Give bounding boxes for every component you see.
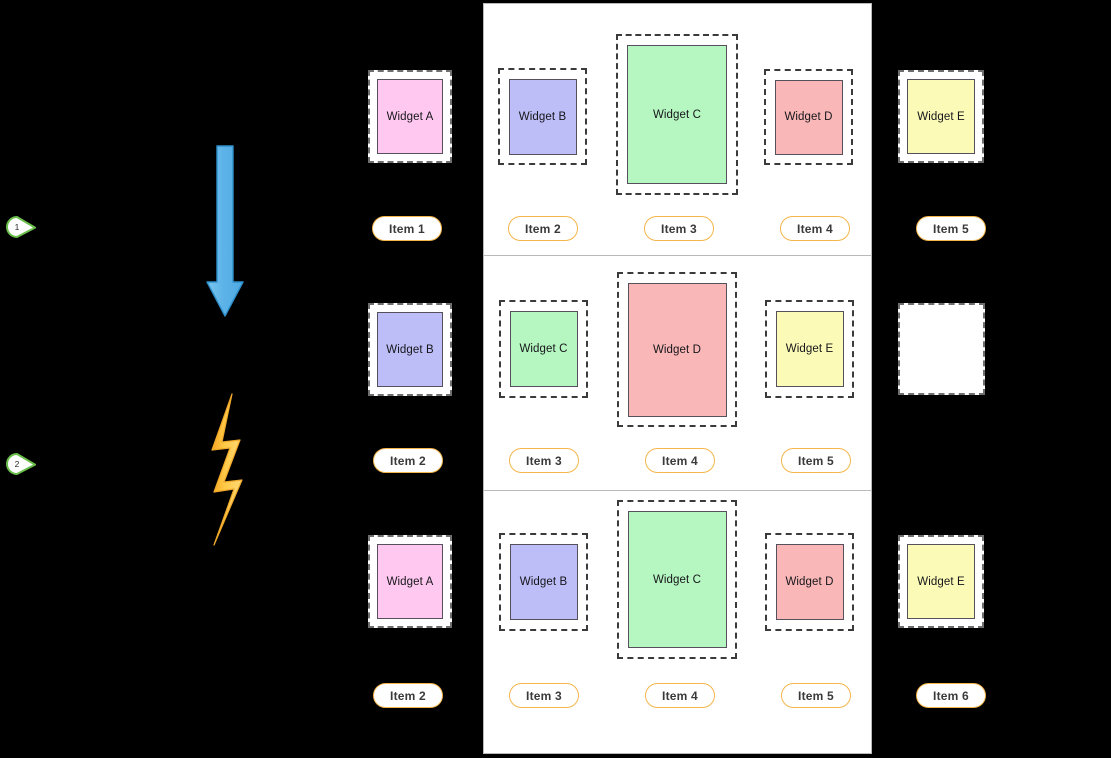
widget-label-r3-c2: Widget B xyxy=(509,544,578,620)
widget-box-r1-c4[interactable]: Widget D xyxy=(764,69,853,165)
widget-box-r2-c1[interactable]: Widget B xyxy=(368,303,452,396)
widget-box-r3-c3[interactable]: Widget C xyxy=(617,500,737,659)
item-pill-r3-c1[interactable]: Item 2 xyxy=(373,683,443,708)
widget-box-r1-c2[interactable]: Widget B xyxy=(498,68,587,165)
widget-label-r3-c4: Widget D xyxy=(775,544,844,620)
widget-box-r1-c5[interactable]: Widget E xyxy=(898,70,984,163)
pin-2-icon[interactable]: 2 xyxy=(6,453,36,475)
lightning-bolt-shape xyxy=(211,393,243,546)
pin-1-label: 1 xyxy=(14,222,20,232)
widget-box-r2-c5[interactable] xyxy=(898,303,985,395)
widget-box-r2-c2[interactable]: Widget C xyxy=(499,300,588,398)
widget-box-r2-c3[interactable]: Widget D xyxy=(617,272,737,427)
item-pill-r2-c4[interactable]: Item 5 xyxy=(781,448,851,473)
widget-label-r1-c1: Widget A xyxy=(377,79,443,154)
item-pill-r2-c2[interactable]: Item 3 xyxy=(509,448,579,473)
item-pill-r3-c4[interactable]: Item 5 xyxy=(781,683,851,708)
widget-label-r1-c3: Widget C xyxy=(627,45,727,184)
widget-box-r1-c1[interactable]: Widget A xyxy=(368,70,452,163)
widget-label-r2-c5 xyxy=(900,305,983,393)
widget-label-r3-c3: Widget C xyxy=(627,511,727,648)
pin-1-icon[interactable]: 1 xyxy=(6,216,36,238)
item-pill-r1-c1[interactable]: Item 1 xyxy=(372,216,442,241)
item-pill-r1-c4[interactable]: Item 4 xyxy=(780,216,850,241)
panel-divider-1 xyxy=(483,255,872,256)
widget-label-r1-c2: Widget B xyxy=(508,78,577,155)
widget-box-r3-c2[interactable]: Widget B xyxy=(499,533,588,631)
widget-label-r3-c5: Widget E xyxy=(907,544,975,619)
item-pill-r1-c5[interactable]: Item 5 xyxy=(916,216,986,241)
widget-box-r2-c4[interactable]: Widget E xyxy=(765,300,854,398)
widget-label-r3-c1: Widget A xyxy=(377,544,443,619)
widget-label-r2-c3: Widget D xyxy=(627,282,727,417)
widget-label-r1-c5: Widget E xyxy=(907,79,975,154)
widget-box-r3-c4[interactable]: Widget D xyxy=(765,533,854,631)
item-pill-r3-c3[interactable]: Item 4 xyxy=(645,683,715,708)
item-pill-r3-c5[interactable]: Item 6 xyxy=(916,683,986,708)
panel-divider-2 xyxy=(483,490,872,491)
widget-box-r3-c5[interactable]: Widget E xyxy=(898,535,984,628)
widget-label-r1-c4: Widget D xyxy=(774,79,843,155)
widget-label-r2-c4: Widget E xyxy=(775,311,844,387)
lightning-bolt-icon xyxy=(196,392,258,547)
down-arrow-shape xyxy=(206,145,244,317)
widget-label-r2-c2: Widget C xyxy=(509,311,578,387)
down-arrow-icon xyxy=(205,144,245,320)
widget-label-r2-c1: Widget B xyxy=(377,312,443,387)
item-pill-r3-c2[interactable]: Item 3 xyxy=(509,683,579,708)
item-pill-r1-c2[interactable]: Item 2 xyxy=(508,216,578,241)
widget-box-r1-c3[interactable]: Widget C xyxy=(616,34,738,195)
widget-box-r3-c1[interactable]: Widget A xyxy=(368,535,452,628)
diagram-canvas: Widget A Item 1 Widget B Item 2 Widget C Item… xyxy=(0,0,1111,758)
pin-2-label: 2 xyxy=(14,459,20,469)
item-pill-r2-c1[interactable]: Item 2 xyxy=(373,448,443,473)
item-pill-r2-c3[interactable]: Item 4 xyxy=(645,448,715,473)
item-pill-r1-c3[interactable]: Item 3 xyxy=(644,216,714,241)
